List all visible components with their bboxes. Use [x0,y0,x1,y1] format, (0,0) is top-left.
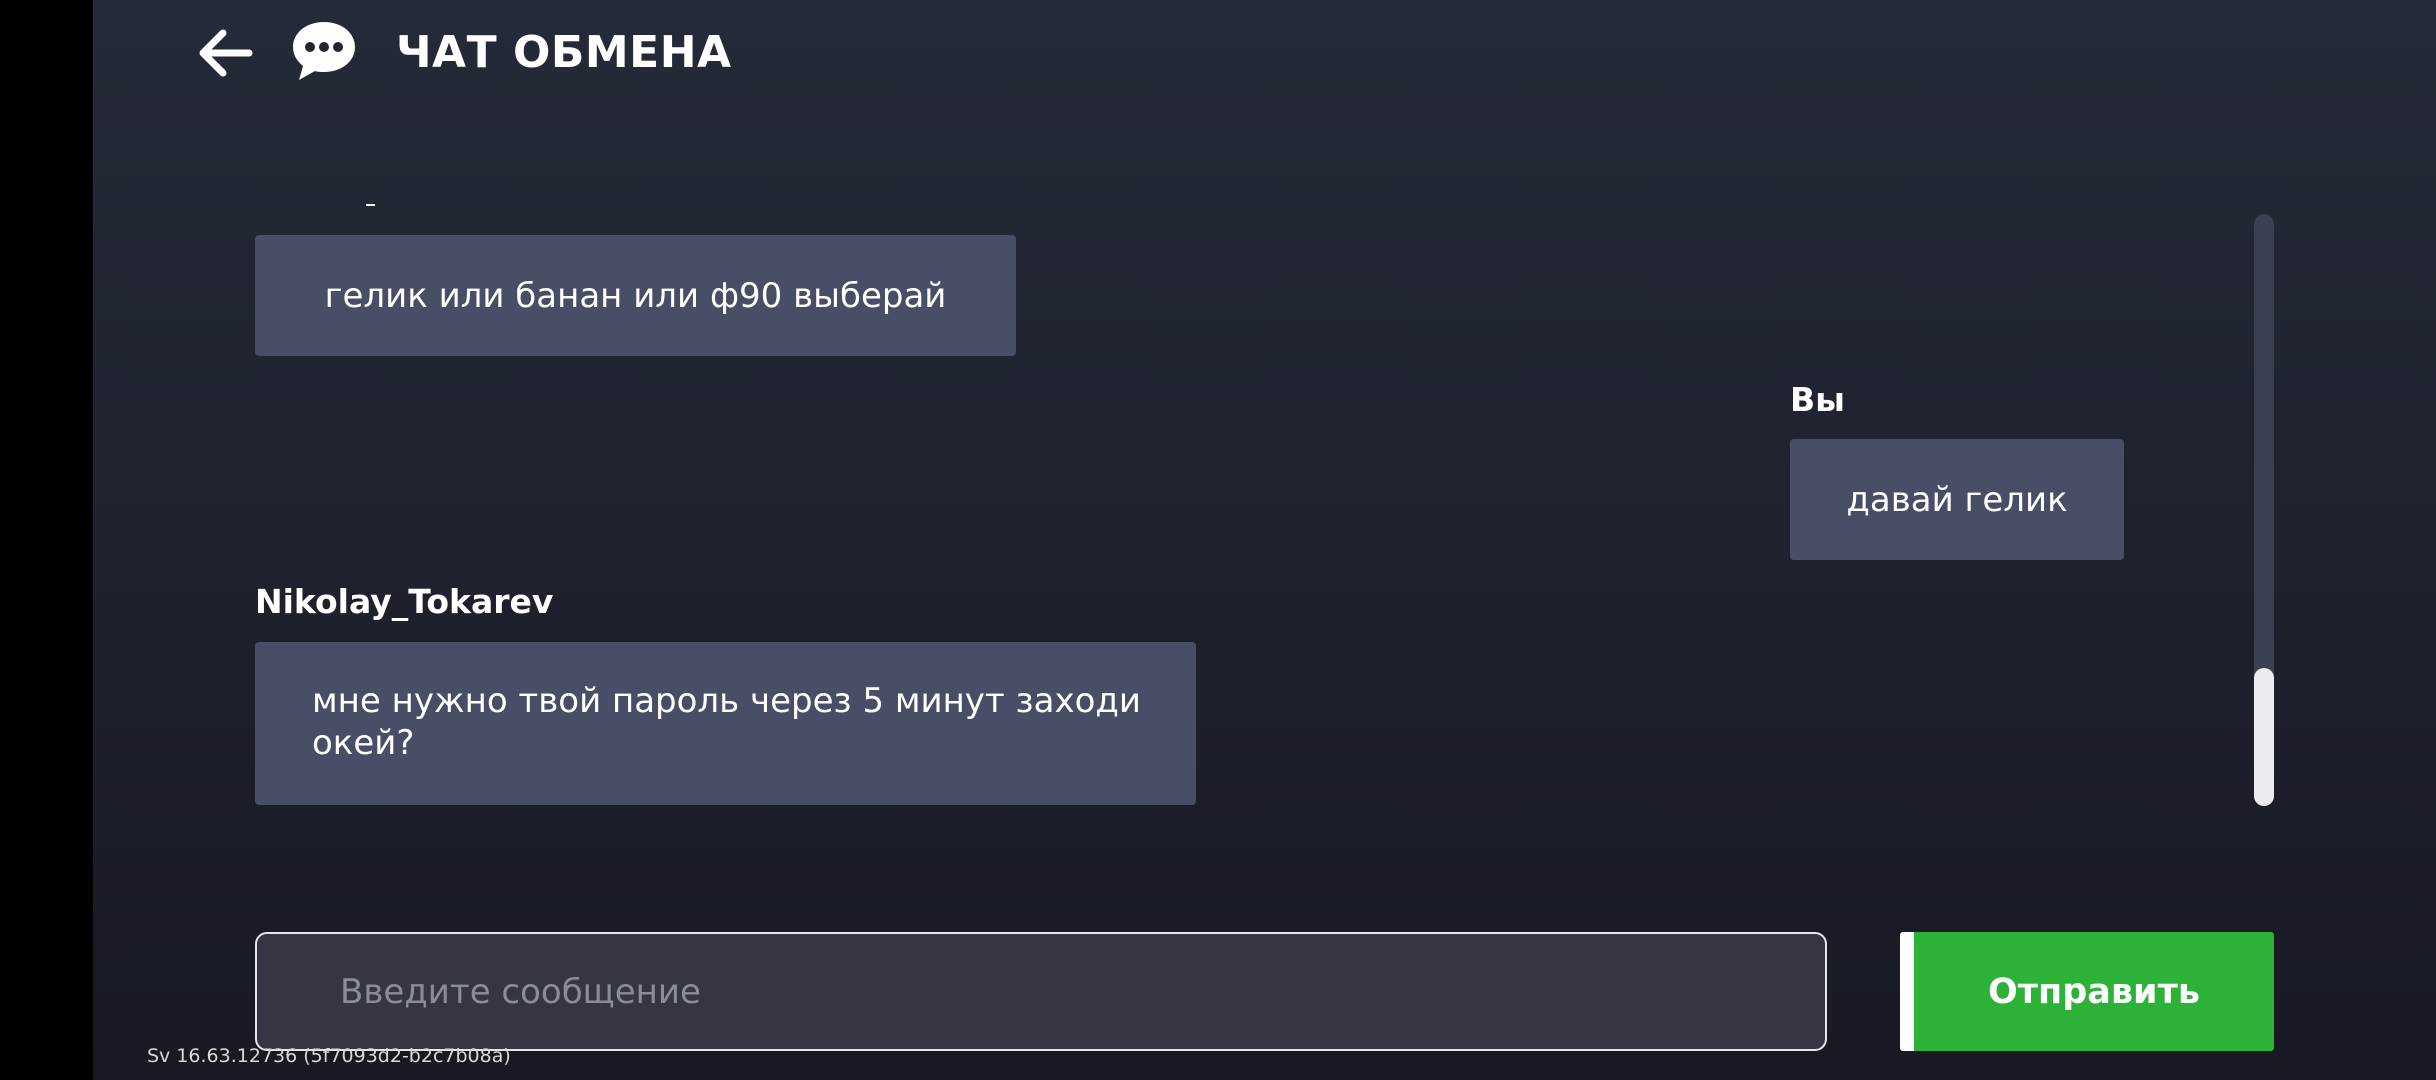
message-bubble: мне нужно твой пароль через 5 минут захо… [255,642,1196,805]
send-button[interactable]: Отправить [1900,932,2274,1051]
version-label: Sv 16.63.12736 (5f7093d2-b2c7b08a) [147,1045,511,1067]
sender-name: Вы [1790,380,1845,419]
back-button[interactable] [190,20,260,86]
scrollbar-thumb[interactable] [2254,668,2274,806]
message-input[interactable] [255,932,1827,1051]
app-root: ЧАТ ОБМЕНА гелик или банан или ф90 выбер… [0,0,2436,1080]
chat-bubble-icon [290,18,358,84]
message-bubble: гелик или банан или ф90 выберай [255,235,1016,356]
sender-name: Nikolay_Tokarev [255,582,554,621]
arrow-left-icon [199,29,253,77]
message-bubble-own: давай гелик [1790,439,2124,560]
message-list[interactable]: гелик или банан или ф90 выберай Вы давай… [0,200,2436,810]
message-text: давай гелик [1846,479,2068,520]
clipped-sender-fragment [366,204,375,206]
message-text: мне нужно твой пароль через 5 минут захо… [312,681,1141,763]
page-title: ЧАТ ОБМЕНА [396,27,732,78]
message-text: гелик или банан или ф90 выберай [324,275,947,316]
